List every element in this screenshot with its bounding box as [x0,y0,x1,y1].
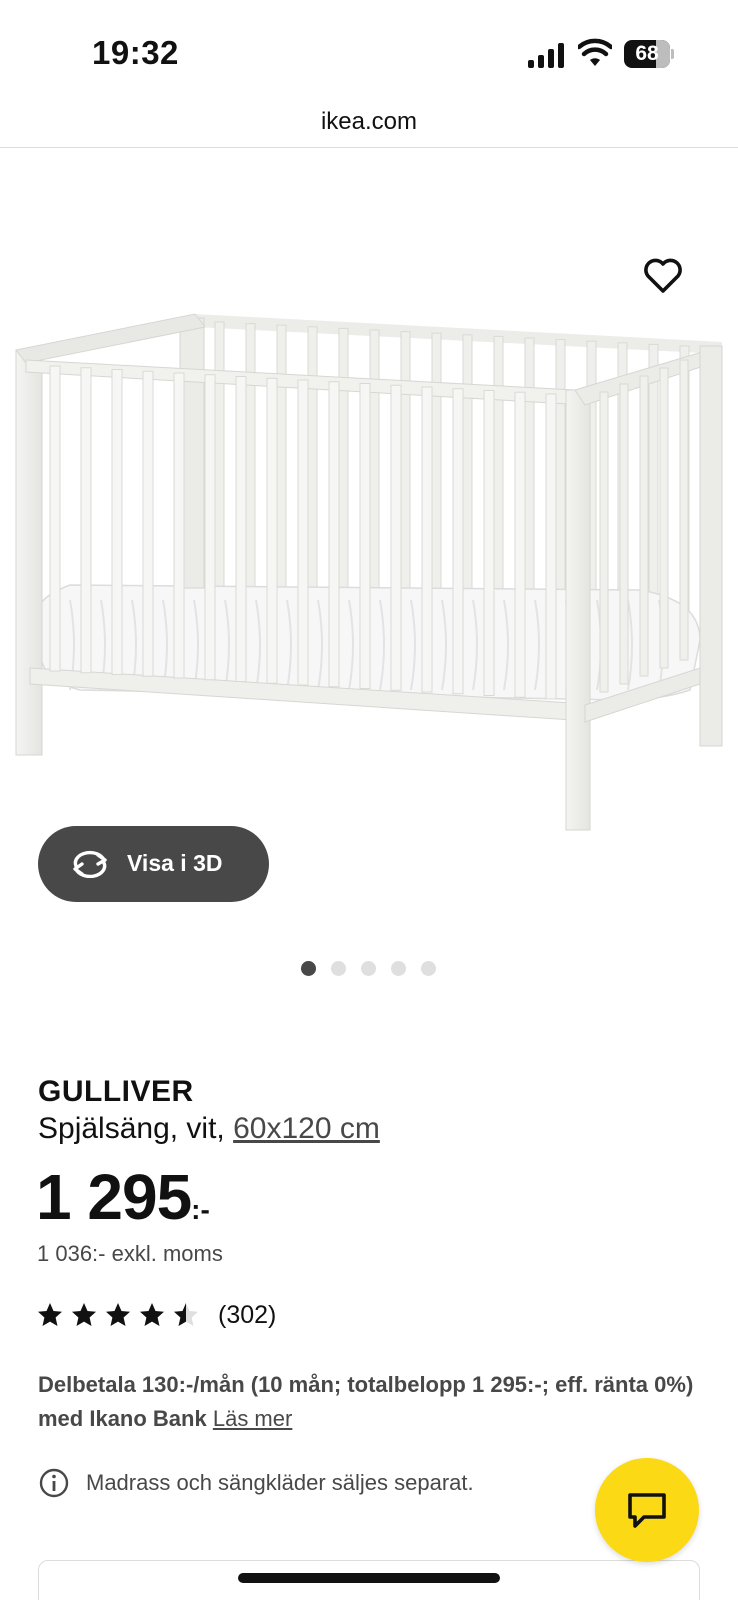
home-indicator [238,1573,500,1583]
price-excluding-vat: 1 036:- exkl. moms [37,1241,223,1266]
financing-text: Delbetala 130:-/mån (10 mån; totalbelopp… [38,1372,694,1431]
review-count[interactable]: (302) [218,1301,276,1330]
view-in-3d-label: Visa i 3D [127,850,223,876]
carousel-dot[interactable] [361,961,376,976]
status-bar: 19:32 68 [0,0,738,100]
product-price: 1 295:- [36,1160,210,1234]
product-name: GULLIVER [38,1075,194,1108]
carousel-dot[interactable] [421,961,436,976]
url-text: ikea.com [320,108,418,135]
carousel-dot[interactable] [331,961,346,976]
size-link[interactable]: 60x120 cm [233,1112,380,1145]
info-icon [39,1468,69,1498]
battery-icon: 68 [624,40,674,68]
product-type: Spjälsäng, vit, [38,1112,234,1145]
product-image[interactable] [0,150,738,850]
product-rating[interactable]: (302) [36,1298,276,1332]
star-icon [38,1303,62,1326]
view-in-3d-button[interactable]: Visa i 3D [38,826,269,902]
heart-icon[interactable] [641,254,685,298]
carousel-dot[interactable] [301,961,316,976]
carousel-dots [301,961,451,977]
star-icon [140,1303,164,1326]
status-time: 19:32 [92,34,179,71]
star-icon [106,1303,130,1326]
half-star-icon [174,1303,198,1326]
chat-icon [628,1493,666,1528]
info-row: Madrass och sängkläder säljes separat. [38,1466,474,1500]
read-more-link[interactable]: Läs mer [213,1406,292,1431]
battery-level: 68 [635,42,659,65]
financing-info: Delbetala 130:-/mån (10 mån; totalbelopp… [38,1368,708,1436]
price-suffix: :- [191,1194,210,1225]
chat-button[interactable] [595,1458,699,1562]
star-icon [72,1303,96,1326]
product-description: Spjälsäng, vit, 60x120 cm [38,1112,380,1146]
price-value: 1 295 [36,1161,192,1233]
carousel-dot[interactable] [391,961,406,976]
browser-url-bar[interactable]: ikea.com [0,100,738,148]
info-text: Madrass och sängkläder säljes separat. [86,1470,474,1495]
rotate-3d-icon [73,850,107,878]
signal-icon [528,42,564,68]
wifi-icon [578,38,612,66]
